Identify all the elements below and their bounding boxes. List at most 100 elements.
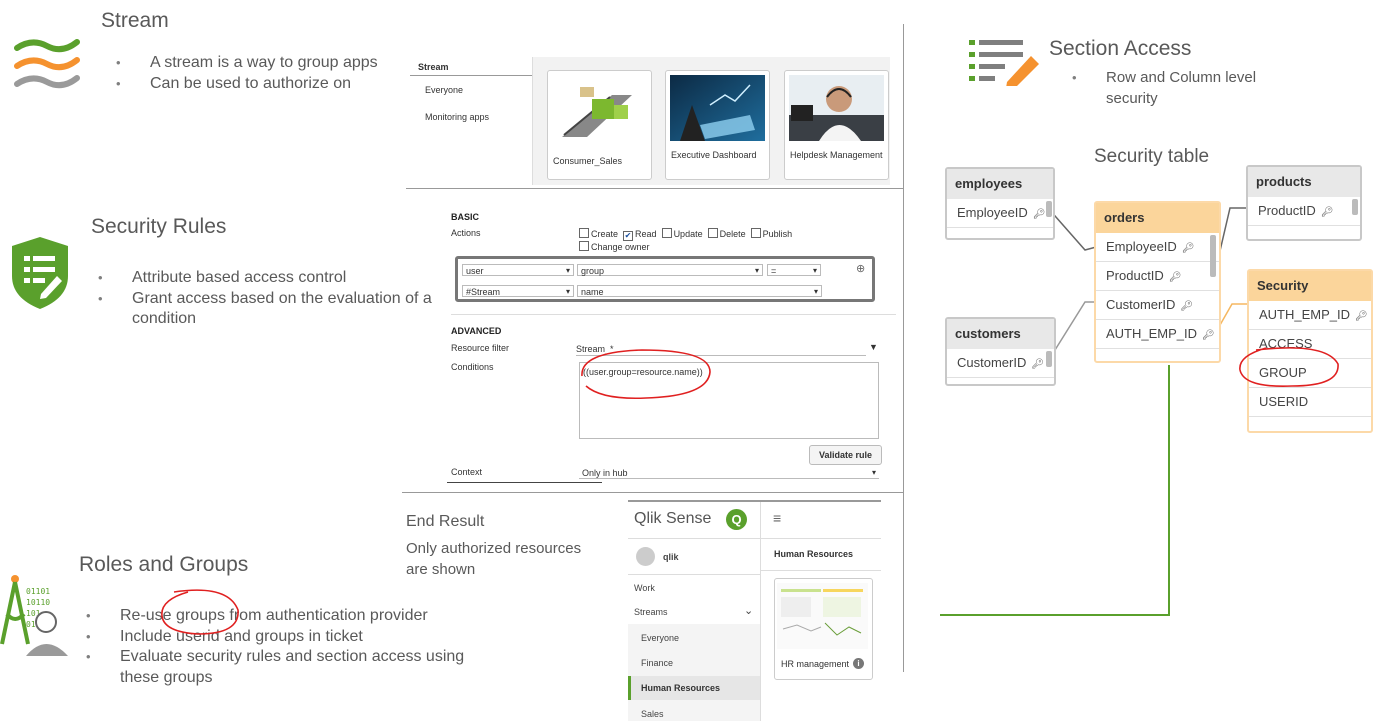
update-checkbox[interactable]: Update	[661, 228, 703, 239]
nav-stream-human-resources[interactable]: Human Resources	[628, 683, 760, 693]
qlik-logo-text: Qlik Sense	[634, 510, 712, 527]
nav-stream-finance[interactable]: Finance	[628, 658, 760, 668]
section-access-bullets: Row and Column level security	[1072, 68, 1292, 109]
change-owner-checkbox[interactable]: Change owner	[579, 241, 650, 252]
rule-value-select[interactable]: group	[577, 264, 763, 277]
rule-operator-select[interactable]: =	[767, 264, 821, 277]
roles-bullet: Include userid and groups in ticket	[86, 627, 466, 648]
key-icon: 🔑︎	[1180, 301, 1194, 312]
chevron-down-icon[interactable]: ⌄	[744, 604, 753, 617]
vertical-divider	[903, 24, 904, 672]
table-field: USERID	[1249, 388, 1371, 417]
table-field: EmployeeID 🔑︎	[1096, 233, 1219, 262]
section-access-icon	[969, 40, 1039, 86]
stream-bullets: A stream is a way to group apps Can be u…	[116, 53, 406, 94]
validate-rule-button[interactable]: Validate rule	[809, 445, 882, 465]
publish-checkbox[interactable]: Publish	[750, 228, 792, 239]
resource-filter-dropdown-icon[interactable]: ▼	[869, 342, 878, 352]
svg-text:10110: 10110	[26, 598, 50, 607]
app-card-executive-dashboard[interactable]: Executive Dashboard	[665, 70, 770, 180]
roles-bullet: Re-use groups from authentication provid…	[86, 606, 466, 627]
table-field: CustomerID 🔑︎	[1096, 291, 1219, 320]
table-header: customers	[947, 319, 1054, 349]
key-icon: 🔑︎	[1031, 359, 1045, 370]
hr-app-card[interactable]: HR management i	[774, 578, 873, 680]
app-card-label: Executive Dashboard	[671, 150, 757, 160]
conveyor-image	[552, 75, 647, 141]
resource-filter-label: Resource filter	[451, 343, 510, 353]
divider	[406, 188, 903, 189]
roles-user-icon: 01101 10110 101 010	[0, 575, 68, 656]
table-header: products	[1248, 167, 1360, 197]
employees-table[interactable]: employees EmployeeID 🔑︎	[945, 167, 1055, 240]
stream-title: Stream	[101, 9, 169, 32]
groups-highlight-circle	[161, 589, 239, 635]
table-field: AUTH_EMP_ID 🔑︎	[1249, 301, 1371, 330]
key-icon: 🔑︎	[1168, 272, 1182, 283]
user-name: qlik	[663, 552, 679, 562]
end-result-subtitle: Only authorized resources are shown	[406, 540, 582, 578]
key-icon: 🔑︎	[1032, 209, 1046, 220]
stream-panel-header: Stream	[418, 62, 449, 72]
key-icon: 🔑︎	[1355, 311, 1368, 322]
hub-section-header: Human Resources	[774, 549, 854, 559]
divider	[402, 492, 904, 493]
table-field: EmployeeID 🔑︎	[947, 199, 1053, 228]
security-rules-bullets: Attribute based access control Grant acc…	[98, 268, 448, 330]
qlik-logo-icon: Q	[726, 509, 747, 530]
actions-label: Actions	[451, 228, 481, 238]
create-checkbox[interactable]: Create	[579, 228, 618, 239]
customers-table[interactable]: customers CustomerID 🔑︎	[945, 317, 1056, 386]
resource-field-select[interactable]: #Stream	[462, 285, 574, 298]
key-icon: 🔑︎	[1202, 330, 1215, 341]
nav-stream-sales[interactable]: Sales	[628, 709, 760, 719]
stream-bullet: A stream is a way to group apps	[116, 53, 406, 74]
conditions-highlight-circle	[581, 349, 711, 400]
app-card-helpdesk[interactable]: Helpdesk Management	[784, 70, 889, 180]
rule-field-select[interactable]: user	[462, 264, 574, 277]
section-access-title: Section Access	[1049, 37, 1192, 60]
delete-checkbox[interactable]: Delete	[707, 228, 746, 239]
app-card-consumer-sales[interactable]: Consumer_Sales	[547, 70, 652, 180]
read-checkbox[interactable]: ✔ Read	[623, 229, 657, 241]
context-label: Context	[451, 467, 483, 477]
shield-rules-icon	[12, 237, 68, 309]
table-header: Security	[1249, 271, 1371, 301]
key-icon: 🔑︎	[1320, 207, 1334, 218]
security-rules-title: Security Rules	[91, 215, 227, 238]
stream-item-everyone[interactable]: Everyone	[425, 85, 463, 95]
app-card-label: Consumer_Sales	[553, 156, 623, 166]
hamburger-menu-icon[interactable]: ≡	[773, 510, 781, 526]
basic-label: BASIC	[451, 212, 480, 222]
group-field-highlight-circle	[1239, 347, 1339, 387]
nav-streams[interactable]: Streams	[628, 607, 760, 617]
nav-work[interactable]: Work	[628, 583, 760, 593]
end-result-title: End Result	[406, 513, 485, 530]
hr-app-label: HR management	[781, 659, 850, 669]
rules-bullet: Grant access based on the evaluation of …	[98, 289, 448, 330]
table-field: ProductID 🔑︎	[1248, 197, 1360, 226]
conditions-label: Conditions	[451, 362, 494, 372]
table-field: ProductID 🔑︎	[1096, 262, 1219, 291]
resource-value-select[interactable]: name	[577, 285, 822, 298]
app-card-label: Helpdesk Management	[790, 150, 883, 160]
add-condition-icon[interactable]: ⊕	[856, 262, 865, 275]
key-icon: 🔑︎	[1181, 243, 1195, 254]
roles-title: Roles and Groups	[79, 553, 249, 576]
helpdesk-image	[789, 75, 884, 141]
nav-stream-everyone[interactable]: Everyone	[628, 633, 760, 643]
avatar[interactable]	[636, 547, 655, 566]
advanced-label: ADVANCED	[451, 326, 502, 336]
hr-app-thumbnail	[777, 583, 868, 649]
stream-item-monitoring[interactable]: Monitoring apps	[425, 112, 489, 122]
table-field: CustomerID 🔑︎	[947, 349, 1054, 378]
context-select[interactable]: Only in hub	[579, 467, 879, 479]
actions-checkboxes: Create ✔ Read Update Delete Publish Chang…	[579, 228, 869, 252]
orders-table[interactable]: orders EmployeeID 🔑︎ ProductID 🔑︎ Customer…	[1094, 201, 1221, 363]
stream-bullet: Can be used to authorize on	[116, 74, 406, 95]
info-icon[interactable]: i	[853, 658, 864, 669]
table-header: employees	[947, 169, 1053, 199]
roles-bullets: Re-use groups from authentication provid…	[86, 606, 466, 688]
products-table[interactable]: products ProductID 🔑︎	[1246, 165, 1362, 241]
dashboard-image	[670, 75, 765, 141]
